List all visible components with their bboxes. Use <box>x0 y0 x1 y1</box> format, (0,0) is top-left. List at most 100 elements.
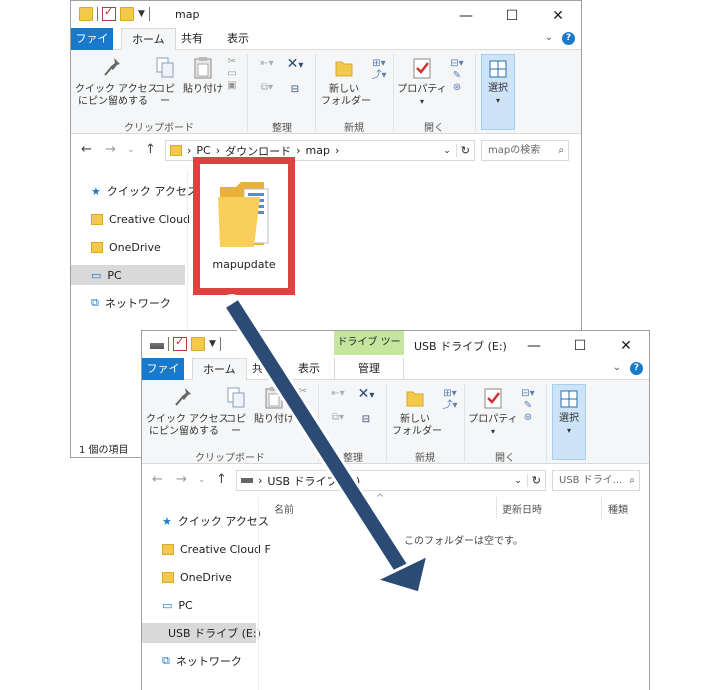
sidebar-item-creative-cloud[interactable]: Creative Cloud F <box>142 539 271 559</box>
search-icon: ⌕ <box>558 145 564 156</box>
collapse-ribbon-icon[interactable]: ⌄ <box>613 362 621 373</box>
up-icon[interactable]: ↑ <box>216 472 227 487</box>
cut-icon[interactable]: ✂ ▭ ▣ <box>225 56 239 92</box>
refresh-icon[interactable]: ↻ <box>526 474 545 487</box>
folder-icon <box>170 145 182 156</box>
recent-icon[interactable]: ⌄ <box>198 475 206 485</box>
drive-tools-context-tab: ドライブ ツール <box>334 331 404 372</box>
paste-button[interactable]: 貼り付け <box>183 56 223 96</box>
tab-manage[interactable]: 管理 <box>334 358 404 380</box>
help-icon[interactable]: ? <box>562 32 575 45</box>
move-to-icon[interactable]: ⇤▾ ⧉▾ <box>326 388 350 424</box>
star-icon: ★ <box>162 514 172 528</box>
paste-icon <box>265 387 283 409</box>
breadcrumb-usb-drive[interactable]: USB ドライブ (E:) <box>267 473 360 489</box>
minimize-button[interactable]: — <box>443 1 489 31</box>
tab-share[interactable]: 共有 <box>242 358 284 380</box>
forward-icon[interactable]: → <box>176 472 187 487</box>
customize-qat-icon[interactable]: ▼ <box>138 9 145 19</box>
open-icon[interactable]: ⊟▾ ✎ ⊛ <box>520 388 536 424</box>
pin-icon <box>104 58 120 76</box>
creative-cloud-icon <box>91 213 103 225</box>
tab-share[interactable]: 共有 <box>171 28 213 50</box>
cut-icon[interactable]: ✂ ▭ ▣ <box>296 386 310 422</box>
sidebar-item-quick-access[interactable]: ★ クイック アクセス <box>71 181 198 201</box>
maximize-button[interactable]: ☐ <box>489 1 535 31</box>
back-icon[interactable]: ← <box>152 472 163 487</box>
tab-home[interactable]: ホーム <box>192 358 247 381</box>
sidebar-item-network[interactable]: ⧉ ネットワーク <box>71 293 171 313</box>
dropdown-icon[interactable]: ⌄ <box>514 476 522 486</box>
address-row: ← → ⌄ ↑ › USB ドライブ (E:) ⌄ ↻ USB ドライ... ⌕ <box>142 468 649 494</box>
forward-icon[interactable]: → <box>105 142 116 157</box>
paste-button[interactable]: 貼り付け <box>254 386 294 426</box>
select-button[interactable]: 選択 ▾ <box>481 54 515 130</box>
properties-icon[interactable] <box>102 5 116 21</box>
tab-file[interactable]: ファイル <box>142 358 184 397</box>
new-folder-icon[interactable] <box>191 337 205 351</box>
sidebar-item-usb-drive[interactable]: USB ドライブ (E:) <box>142 623 261 643</box>
recent-icon[interactable]: ⌄ <box>127 145 135 155</box>
maximize-button[interactable]: ☐ <box>557 331 603 361</box>
new-item-icon[interactable]: ⊞▾ ⤴▾ <box>369 58 389 82</box>
folder-mapupdate[interactable]: mapupdate <box>207 175 281 285</box>
properties-button[interactable]: プロパティ ▾ <box>397 56 447 108</box>
back-icon[interactable]: ← <box>81 142 92 157</box>
refresh-icon[interactable]: ↻ <box>455 144 474 157</box>
customize-qat-icon[interactable]: ▼ <box>209 339 216 349</box>
pc-icon: ▭ <box>162 598 173 612</box>
column-type[interactable]: 種類 <box>608 501 628 516</box>
sidebar-item-onedrive[interactable]: OneDrive <box>142 567 232 587</box>
new-folder-icon[interactable] <box>120 7 134 21</box>
onedrive-icon <box>162 571 174 583</box>
select-button[interactable]: 選択 ▾ <box>552 384 586 460</box>
up-icon[interactable]: ↑ <box>145 142 156 157</box>
close-button[interactable]: ✕ <box>603 331 649 361</box>
copy-icon <box>227 387 245 408</box>
title-bar: ▼ ドライブ ツール USB ドライブ (E:) — ☐ ✕ <box>142 331 649 372</box>
open-icon[interactable]: ⊟▾ ✎ ⊛ <box>449 58 465 94</box>
breadcrumb-map[interactable]: map <box>306 144 330 157</box>
copy-button[interactable]: コピー <box>222 386 250 438</box>
properties-button[interactable]: プロパティ ▾ <box>468 386 518 438</box>
delete-icon[interactable]: ✕▾ ⊟ <box>354 387 378 426</box>
new-item-icon[interactable]: ⊞▾ ⤴▾ <box>440 388 460 412</box>
tab-view[interactable]: 表示 <box>288 358 330 380</box>
tab-file[interactable]: ファイル <box>71 28 113 67</box>
delete-icon[interactable]: ✕▾ ⊟ <box>283 57 307 96</box>
sidebar-item-onedrive[interactable]: OneDrive <box>71 237 161 257</box>
tab-home[interactable]: ホーム <box>121 28 176 51</box>
copy-button[interactable]: コピー <box>151 56 179 108</box>
sidebar-item-pc[interactable]: ▭ PC <box>71 265 185 285</box>
star-icon: ★ <box>91 184 101 198</box>
sidebar-item-creative-cloud[interactable]: Creative Cloud F <box>71 209 200 229</box>
creative-cloud-icon <box>162 543 174 555</box>
close-button[interactable]: ✕ <box>535 1 581 31</box>
sidebar-item-quick-access[interactable]: ★ クイック アクセス <box>142 511 269 531</box>
new-folder-button[interactable]: 新しい フォルダー <box>321 58 371 108</box>
minimize-button[interactable]: — <box>511 331 557 361</box>
properties-icon[interactable] <box>173 335 187 351</box>
sidebar-item-network[interactable]: ⧉ ネットワーク <box>142 651 242 671</box>
search-input[interactable]: USB ドライ... ⌕ <box>552 470 640 491</box>
folder-icon <box>218 182 269 247</box>
dropdown-icon[interactable]: ⌄ <box>443 146 451 156</box>
sidebar-item-pc[interactable]: ▭ PC <box>142 595 193 615</box>
help-icon[interactable]: ? <box>630 362 643 375</box>
address-bar[interactable]: › USB ドライブ (E:) ⌄ ↻ <box>236 470 546 491</box>
explorer-window-usb: ▼ ドライブ ツール USB ドライブ (E:) — ☐ ✕ ファイル ホーム … <box>141 330 650 690</box>
tab-view[interactable]: 表示 <box>217 28 259 50</box>
collapse-ribbon-icon[interactable]: ⌄ <box>545 32 553 43</box>
column-date-modified[interactable]: 更新日時 <box>502 501 542 516</box>
move-to-icon[interactable]: ⇤▾ ⧉▾ <box>255 58 279 94</box>
paste-icon <box>194 57 212 79</box>
new-folder-button[interactable]: 新しい フォルダー <box>392 388 442 438</box>
column-name[interactable]: 名前 <box>274 501 294 516</box>
breadcrumb-pc[interactable]: PC <box>196 144 210 157</box>
window-title: USB ドライブ (E:) <box>414 340 507 353</box>
onedrive-icon <box>91 241 103 253</box>
pin-quick-access-button[interactable]: クイック アクセス にピン留めする <box>75 56 158 108</box>
select-grid-icon <box>560 390 578 408</box>
pin-quick-access-button[interactable]: クイック アクセス にピン留めする <box>146 386 229 438</box>
search-input[interactable]: mapの検索 ⌕ <box>481 140 569 161</box>
